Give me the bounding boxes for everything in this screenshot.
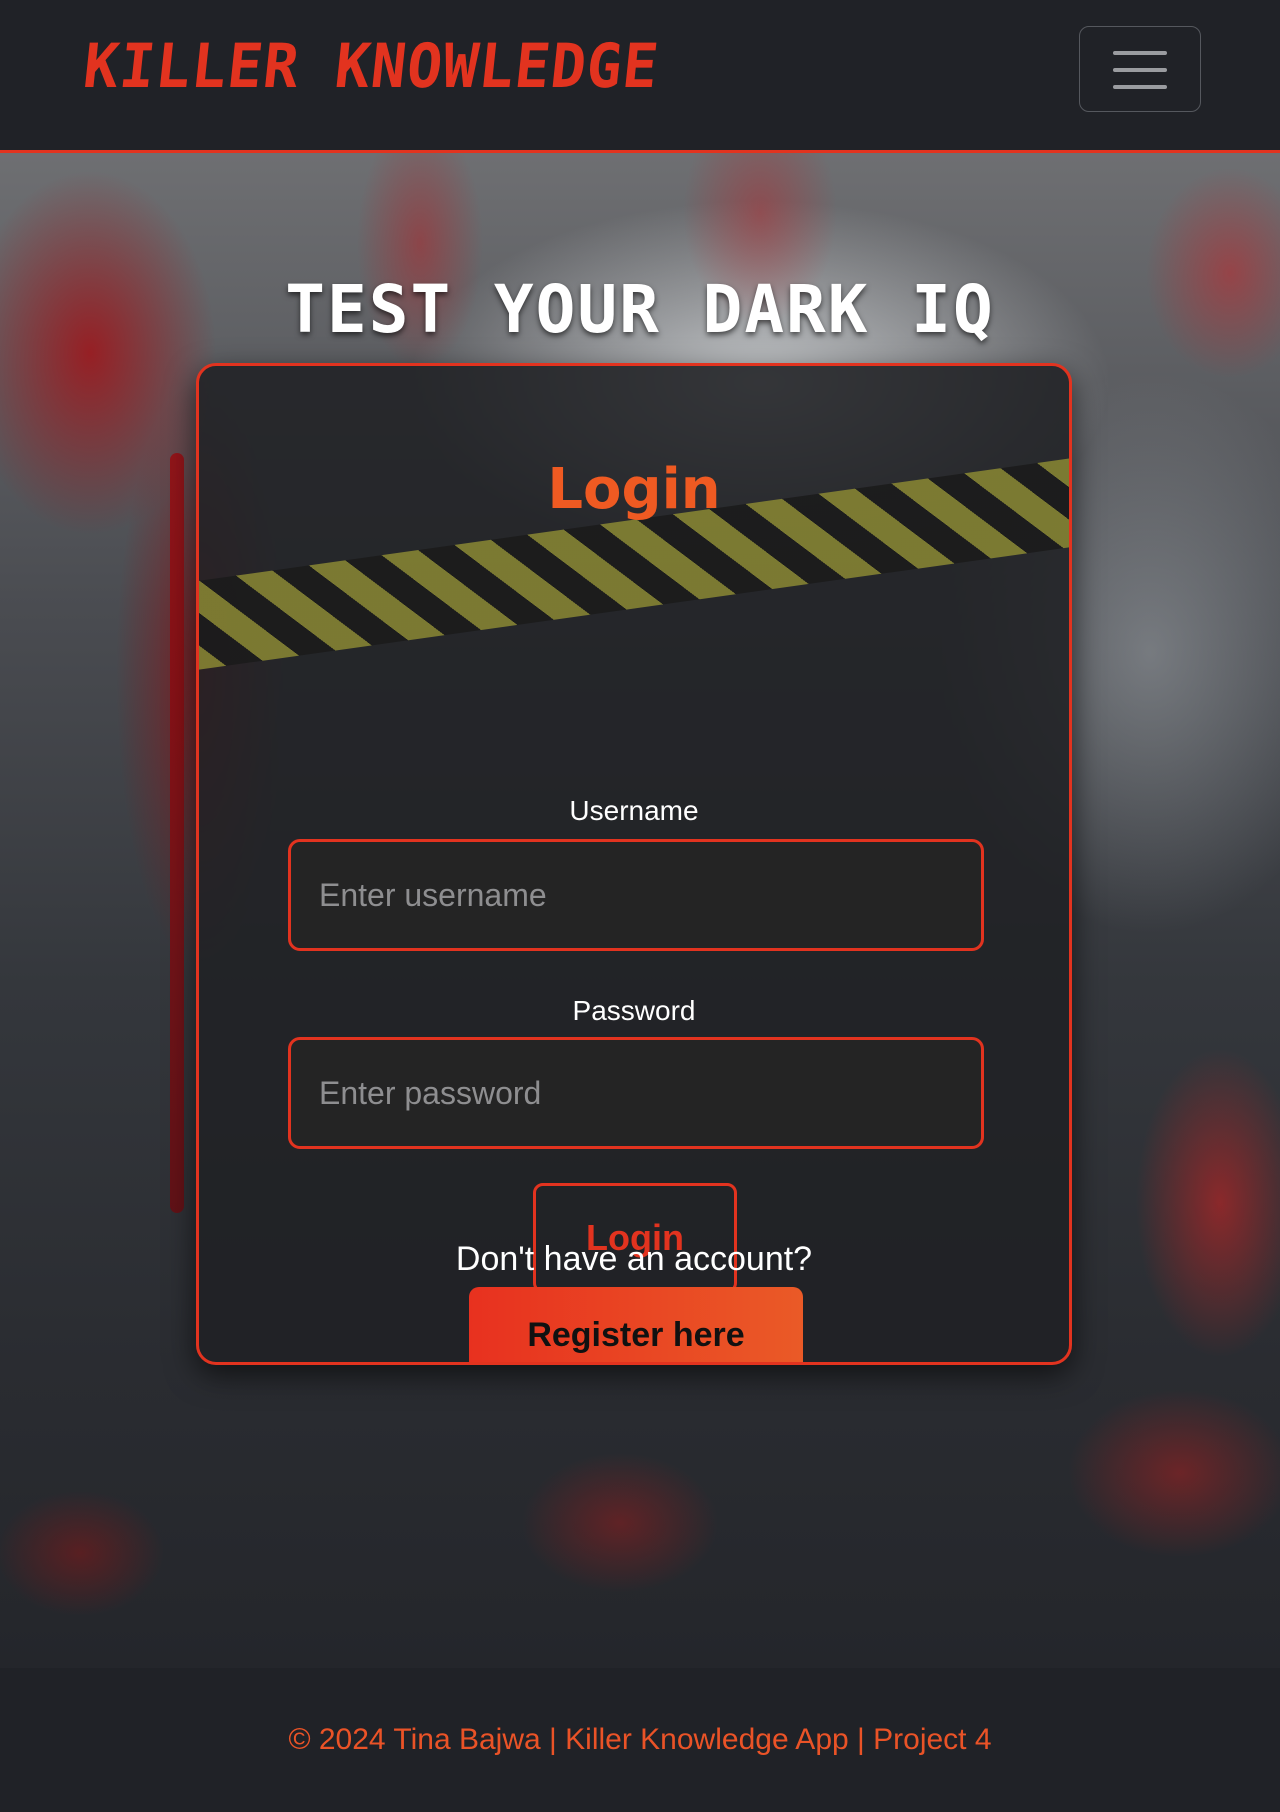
hero-title: TEST YOUR DARK IQ	[285, 271, 995, 348]
login-card: Login Username Password Login Don't have…	[196, 363, 1072, 1365]
password-label: Password	[572, 995, 696, 1026]
navbar: KILLER KNOWLEDGE	[0, 0, 1280, 153]
register-button[interactable]: Register here	[469, 1287, 803, 1362]
username-input[interactable]	[288, 839, 984, 951]
footer-copyright: © 2024 Tina Bajwa | Killer Knowledge App…	[288, 1723, 992, 1756]
password-input[interactable]	[288, 1037, 984, 1149]
no-account-text: Don't have an account?	[455, 1240, 813, 1278]
blood-drip-decoration	[170, 453, 184, 1213]
hero-section: TEST YOUR DARK IQ Login Username Passwor…	[0, 153, 1280, 1668]
username-label: Username	[569, 795, 699, 826]
brand-logo[interactable]: KILLER KNOWLEDGE	[80, 28, 663, 104]
footer: © 2024 Tina Bajwa | Killer Knowledge App…	[0, 1668, 1280, 1812]
navbar-toggler-button[interactable]	[1079, 26, 1201, 112]
login-title: Login	[547, 457, 721, 522]
